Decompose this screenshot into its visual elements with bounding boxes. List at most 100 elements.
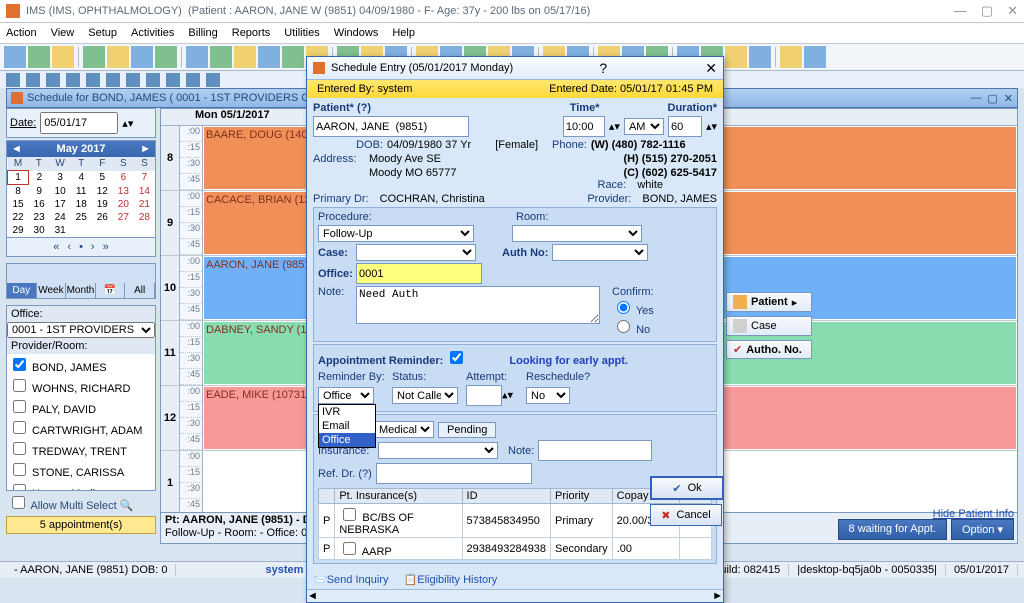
patient-input[interactable] (313, 116, 469, 137)
option-button[interactable]: Option ▾ (951, 519, 1014, 540)
reschedule-select[interactable]: No (526, 387, 570, 404)
sub-icon[interactable] (146, 73, 160, 87)
note2-input[interactable] (538, 440, 652, 461)
cal-day[interactable]: 11 (71, 185, 92, 199)
menu-action[interactable]: Action (6, 27, 37, 39)
frame-max-icon[interactable]: ▢ (987, 92, 997, 105)
view-all-icon[interactable]: All (125, 283, 155, 298)
cal-day[interactable]: 27 (113, 211, 134, 224)
filter-icon[interactable]: 🔍 (120, 500, 134, 512)
duration-input[interactable] (668, 116, 702, 137)
attempt-spinner[interactable]: ▴▾ (502, 390, 513, 402)
cal-day[interactable]: 28 (134, 211, 155, 224)
ampm-select[interactable]: AM (624, 118, 664, 135)
confirm-yes[interactable]: Yes (612, 305, 654, 317)
office-input[interactable] (356, 263, 482, 284)
cal-day[interactable]: 6 (113, 171, 134, 185)
tool-btn[interactable] (258, 46, 280, 68)
cal-day[interactable]: 4 (71, 171, 92, 185)
office-select[interactable]: 0001 - 1ST PROVIDERS (7, 322, 155, 338)
cal-day[interactable]: 1 (8, 171, 29, 185)
date-input[interactable] (40, 112, 118, 134)
close-icon[interactable]: ✕ (1007, 3, 1018, 19)
menu-activities[interactable]: Activities (131, 27, 174, 39)
cal-day[interactable]: 10 (50, 185, 71, 199)
provider-item[interactable]: CARTWRIGHT, ADAM (7, 417, 155, 438)
cal-day[interactable]: 23 (29, 211, 50, 224)
view-week-tab[interactable]: Week (37, 283, 67, 298)
cal-day[interactable]: 29 (8, 224, 29, 237)
view-day-tab[interactable]: Day (7, 283, 37, 298)
maximize-icon[interactable]: ▢ (981, 3, 993, 19)
status-select[interactable]: Not Called (392, 387, 458, 404)
cal-day[interactable]: 3 (50, 171, 71, 185)
frame-min-icon[interactable]: — (970, 92, 981, 105)
note-textarea[interactable] (356, 286, 600, 324)
dialog-scrollbar[interactable]: ◄► (307, 589, 723, 602)
reminder-opt-email[interactable]: Email (319, 419, 375, 433)
authno-nav-button[interactable]: ✔Autho. No. (726, 340, 812, 359)
dialog-close-icon[interactable]: ✕ (705, 60, 717, 77)
confirm-no[interactable]: No (612, 324, 650, 336)
cal-day[interactable]: 19 (92, 198, 113, 211)
cal-day[interactable] (134, 224, 155, 237)
cal-day[interactable]: 30 (29, 224, 50, 237)
nav-back-icon[interactable] (6, 73, 20, 87)
sub-icon[interactable] (126, 73, 140, 87)
cal-day[interactable]: 21 (134, 198, 155, 211)
cal-nav-first[interactable]: « (53, 241, 59, 253)
allow-multi-checkbox[interactable]: Allow Multi Select (8, 500, 117, 512)
menu-billing[interactable]: Billing (188, 27, 217, 39)
reminder-checkbox[interactable] (450, 351, 463, 364)
provider-item[interactable]: Harper, Marilynn (7, 480, 155, 490)
visit-type-select[interactable]: Medical (374, 421, 434, 438)
cal-day[interactable]: 20 (113, 198, 134, 211)
waiting-button[interactable]: 8 waiting for Appt. (838, 519, 947, 540)
provider-item[interactable]: TREDWAY, TRENT (7, 438, 155, 459)
reminder-opt-ivr[interactable]: IVR (319, 405, 375, 419)
menu-reports[interactable]: Reports (232, 27, 271, 39)
dialog-title-bar[interactable]: Schedule Entry (05/01/2017 Monday) ? ✕ (307, 57, 723, 80)
tool-btn[interactable] (4, 46, 26, 68)
room-select[interactable] (512, 225, 642, 242)
cal-day[interactable] (113, 224, 134, 237)
menu-help[interactable]: Help (392, 27, 415, 39)
provider-item[interactable]: WOHNS, RICHARD (7, 375, 155, 396)
ref-dr-input[interactable] (376, 463, 532, 484)
cal-day[interactable] (92, 224, 113, 237)
cal-prev-icon[interactable]: ◄ (11, 141, 22, 157)
reminder-by-dropdown-list[interactable]: IVR Email Office (318, 404, 376, 448)
view-month-tab[interactable]: Month (66, 283, 96, 298)
sub-icon[interactable] (86, 73, 100, 87)
procedure-select[interactable]: Follow-Up (318, 225, 474, 242)
menu-setup[interactable]: Setup (88, 27, 117, 39)
cal-day[interactable]: 8 (8, 185, 29, 199)
case-nav-button[interactable]: Case (726, 316, 812, 336)
sub-icon[interactable] (186, 73, 200, 87)
cal-day[interactable]: 17 (50, 198, 71, 211)
dur-spinner[interactable]: ▴▾ (706, 120, 717, 133)
ok-button[interactable]: ✔Ok (650, 476, 724, 500)
cal-day[interactable] (71, 224, 92, 237)
time-input[interactable] (563, 116, 605, 137)
tool-btn[interactable] (131, 46, 153, 68)
cal-day[interactable]: 16 (29, 198, 50, 211)
cal-day[interactable]: 14 (134, 185, 155, 199)
tool-btn[interactable] (155, 46, 177, 68)
case-select[interactable] (356, 244, 476, 261)
sub-icon[interactable] (66, 73, 80, 87)
cal-nav-next[interactable]: › (91, 241, 95, 253)
cal-nav-prev[interactable]: ‹ (67, 241, 71, 253)
dialog-help-icon[interactable]: ? (599, 60, 607, 76)
menu-utilities[interactable]: Utilities (284, 27, 319, 39)
cancel-button[interactable]: ✖Cancel (650, 504, 722, 526)
provider-item[interactable]: BOND, JAMES (7, 354, 155, 375)
view-cal-icon[interactable]: 📅 (96, 283, 126, 298)
sub-icon[interactable] (166, 73, 180, 87)
cal-day[interactable]: 25 (71, 211, 92, 224)
sub-icon[interactable] (206, 73, 220, 87)
attempt-input[interactable] (466, 385, 502, 406)
tool-btn[interactable] (282, 46, 304, 68)
tool-btn[interactable] (107, 46, 129, 68)
sub-icon[interactable] (106, 73, 120, 87)
